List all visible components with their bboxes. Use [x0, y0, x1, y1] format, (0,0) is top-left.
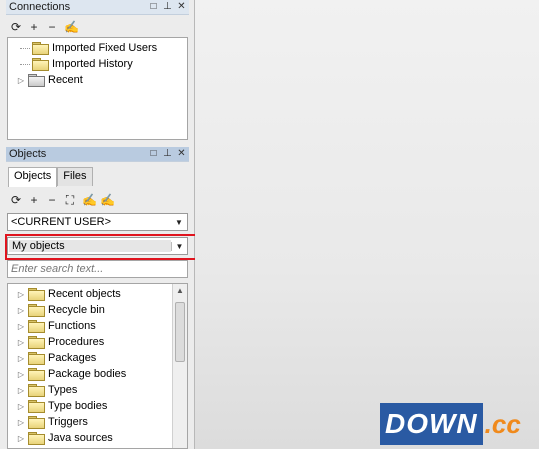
edit-icon[interactable]: ✍	[100, 193, 115, 207]
folder-icon	[32, 42, 49, 55]
tree-item-label: Java sources	[48, 432, 113, 444]
folder-icon	[28, 320, 45, 333]
tree-item-label: Imported Fixed Users	[52, 42, 158, 54]
tree-item-label: Triggers	[48, 416, 88, 428]
highlight-box	[5, 234, 213, 260]
find-icon[interactable]: ⛶	[64, 193, 76, 207]
tree-item-label: Functions	[48, 320, 96, 332]
user-dropdown[interactable]: <CURRENT USER> ▼	[7, 213, 188, 231]
close-icon[interactable]: ✕	[177, 148, 186, 160]
expand-arrow-icon[interactable]: ▷	[16, 370, 26, 379]
tree-item-label: Packages	[48, 352, 97, 364]
tree-item-imported-fixed-users[interactable]: Imported Fixed Users	[20, 40, 157, 56]
connections-tree[interactable]: Imported Fixed Users Imported History ▷ …	[7, 37, 188, 140]
tab-objects[interactable]: Objects	[8, 167, 58, 187]
expand-arrow-icon[interactable]: ▷	[16, 322, 26, 331]
tree-item-label: Recent objects	[48, 288, 121, 300]
tree-connector	[20, 63, 30, 65]
expand-arrow-icon[interactable]: ▷	[16, 354, 26, 363]
tree-item[interactable]: ▷ Types	[16, 382, 77, 398]
objects-tree[interactable]: ▷ Recent objects ▷ Recycle bin ▷ Functions ▷ Pr…	[7, 283, 188, 449]
folder-icon	[28, 352, 45, 365]
expand-arrow-icon[interactable]: ▷	[16, 290, 26, 299]
watermark-logo: DOWN .cc	[380, 403, 536, 445]
tree-item[interactable]: ▷ Functions	[16, 318, 96, 334]
folder-icon	[28, 400, 45, 413]
tree-item-label: Recycle bin	[48, 304, 105, 316]
expand-arrow-icon[interactable]: ▷	[16, 434, 26, 443]
close-icon[interactable]: ✕	[177, 1, 186, 13]
tree-item-imported-history[interactable]: Imported History	[20, 56, 133, 72]
tree-item-recent[interactable]: ▷ Recent	[16, 72, 83, 88]
folder-icon	[28, 432, 45, 445]
watermark-cc: .cc	[484, 409, 521, 439]
folder-icon	[28, 368, 45, 381]
folder-icon	[28, 336, 45, 349]
objects-tree-scrollbar[interactable]: ▲	[172, 284, 187, 448]
tree-connector	[20, 47, 30, 49]
tree-item[interactable]: ▷ Triggers	[16, 414, 88, 430]
tree-item[interactable]: ▷ Type bodies	[16, 398, 107, 414]
tree-item[interactable]: ▷ Recycle bin	[16, 302, 105, 318]
scroll-up-icon[interactable]: ▲	[173, 286, 187, 295]
refresh-icon[interactable]: ⟳	[10, 20, 22, 34]
expand-arrow-icon[interactable]: ▷	[16, 418, 26, 427]
tree-item[interactable]: ▷ Java sources	[16, 430, 113, 446]
tree-item-label: Type bodies	[48, 400, 108, 412]
tree-item-label: Recent	[48, 74, 83, 86]
objects-tabs: Objects Files	[8, 167, 93, 187]
filter-icon[interactable]: ✍	[82, 193, 97, 207]
folder-icon	[28, 288, 45, 301]
expand-arrow-icon[interactable]: ▷	[16, 76, 26, 85]
pin-icon[interactable]: ⊥	[163, 1, 172, 13]
remove-icon[interactable]: −	[46, 20, 58, 34]
pin-icon[interactable]: ⊥	[163, 148, 172, 160]
restore-icon[interactable]: □	[149, 1, 158, 13]
tree-item[interactable]: ▷ Procedures	[16, 334, 104, 350]
watermark-down: DOWN	[380, 403, 483, 445]
tree-item-label: Procedures	[48, 336, 105, 348]
connections-header-icons: □ ⊥ ✕	[149, 1, 186, 13]
objects-title: Objects	[9, 148, 47, 160]
user-dropdown-value: <CURRENT USER>	[11, 216, 112, 228]
folder-icon	[28, 416, 45, 429]
tree-item[interactable]: ▷ Package bodies	[16, 366, 126, 382]
connections-title: Connections	[9, 1, 71, 13]
tree-item[interactable]: ▷ Recent objects	[16, 286, 121, 302]
tab-files[interactable]: Files	[57, 167, 93, 186]
add-icon[interactable]: +	[28, 193, 40, 207]
tree-item-label: Imported History	[52, 58, 133, 70]
scrollbar-thumb[interactable]	[175, 302, 185, 362]
objects-header-icons: □ ⊥ ✕	[149, 148, 186, 160]
objects-toolbar: ⟳ + − ⛶ ✍ ✍	[10, 192, 115, 208]
restore-icon[interactable]: □	[149, 148, 158, 160]
folder-icon	[28, 304, 45, 317]
objects-header: Objects □ ⊥ ✕	[6, 147, 189, 162]
connections-header: Connections □ ⊥ ✕	[6, 0, 189, 15]
refresh-icon[interactable]: ⟳	[10, 193, 22, 207]
remove-icon[interactable]: −	[46, 193, 58, 207]
left-panel: Connections □ ⊥ ✕ ⟳ + − ✍ Imported Fixed…	[0, 0, 195, 449]
tree-item[interactable]: ▷ Packages	[16, 350, 96, 366]
folder-icon	[32, 58, 49, 71]
expand-arrow-icon[interactable]: ▷	[16, 402, 26, 411]
folder-icon	[28, 384, 45, 397]
tree-item-label: Package bodies	[48, 368, 127, 380]
expand-arrow-icon[interactable]: ▷	[16, 306, 26, 315]
expand-arrow-icon[interactable]: ▷	[16, 386, 26, 395]
tree-item-label: Types	[48, 384, 78, 396]
add-icon[interactable]: +	[28, 20, 40, 34]
main-area	[195, 0, 539, 449]
connections-toolbar: ⟳ + − ✍	[10, 19, 79, 35]
folder-icon	[28, 74, 45, 87]
edit-icon[interactable]: ✍	[64, 20, 79, 34]
chevron-down-icon[interactable]: ▼	[171, 218, 187, 227]
search-input[interactable]: Enter search text...	[7, 260, 188, 278]
expand-arrow-icon[interactable]: ▷	[16, 338, 26, 347]
